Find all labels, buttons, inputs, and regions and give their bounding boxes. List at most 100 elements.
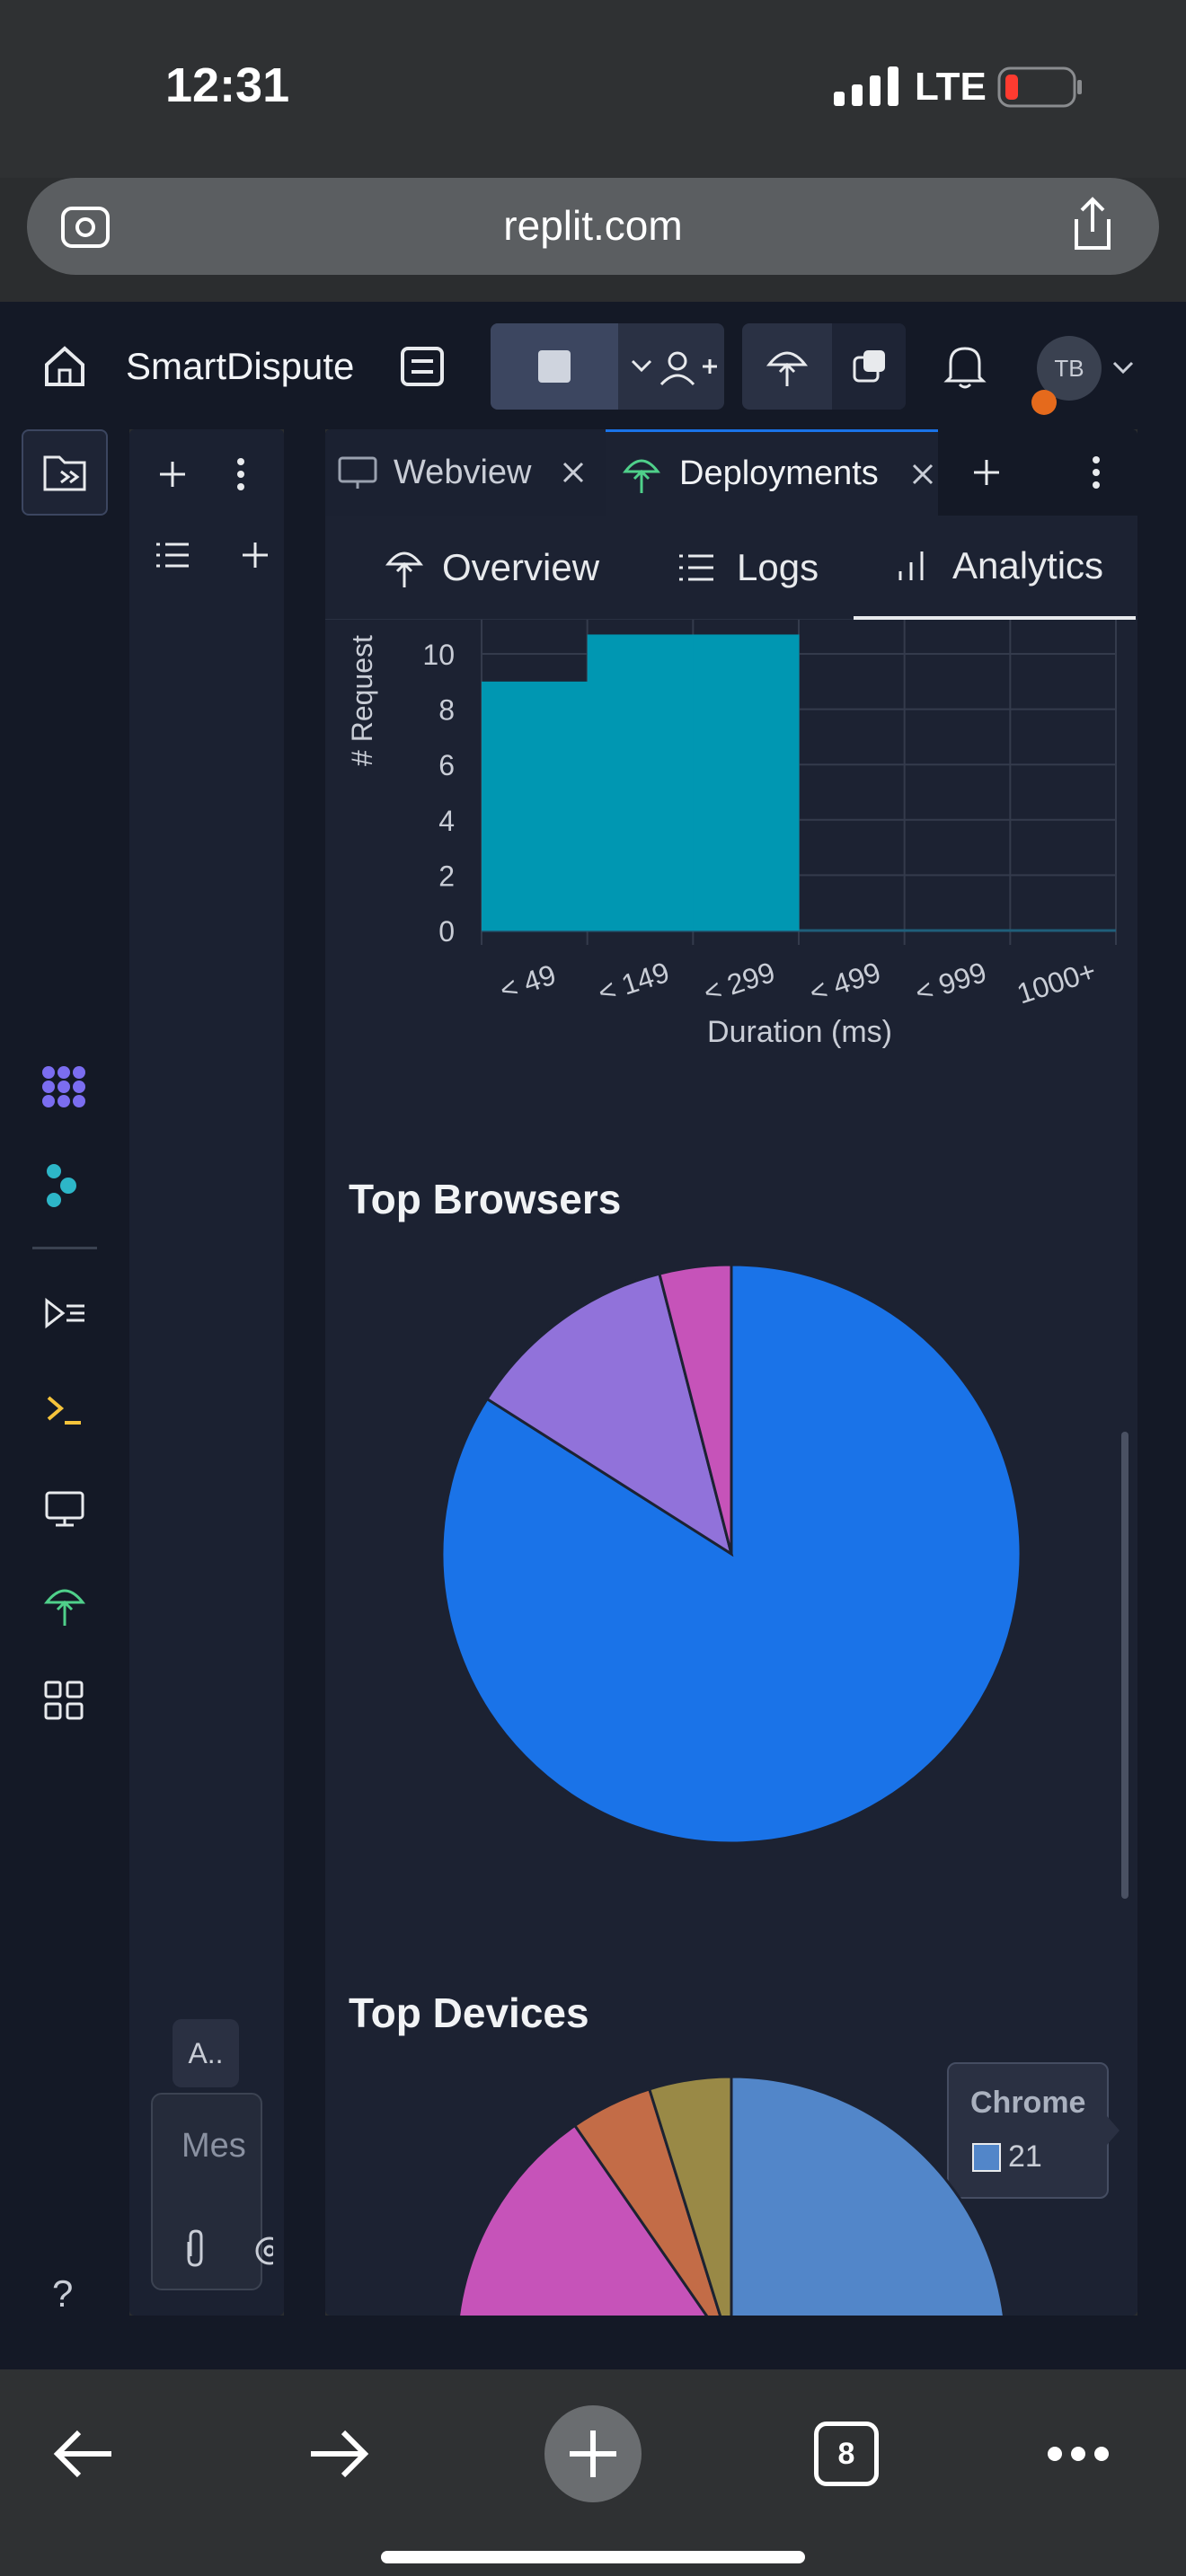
tab-label: Deployments — [679, 454, 879, 492]
side-panel: A.. Mes — [129, 429, 311, 2316]
subtab-label: Analytics — [952, 544, 1104, 587]
y-tick-label: 0 — [438, 915, 455, 948]
bar — [693, 634, 800, 931]
bar-chart-icon — [898, 551, 924, 580]
stop-icon — [538, 350, 571, 383]
apps-grid-icon[interactable] — [43, 1680, 84, 1721]
home-icon[interactable] — [41, 343, 88, 390]
right-gutter — [1137, 429, 1186, 2369]
browsers-title: Top Browsers — [349, 1176, 622, 1222]
monitor-icon[interactable] — [43, 1489, 86, 1529]
agent-icon[interactable] — [40, 1063, 88, 1110]
x-tick-label: < 49 — [496, 958, 560, 1007]
context-chip[interactable]: A.. — [173, 2019, 239, 2087]
battery-icon — [997, 66, 1082, 108]
y-tick-label: 10 — [422, 639, 455, 671]
subtab-analytics[interactable]: Analytics — [854, 516, 1136, 620]
database-icon[interactable] — [399, 343, 446, 390]
rail-divider — [32, 1247, 97, 1249]
tabs-count-button[interactable]: 8 — [814, 2422, 879, 2486]
subtab-overview[interactable]: Overview — [385, 516, 599, 620]
status-bar: 12:31 LTE — [0, 0, 1186, 178]
deployment-subtabs: Overview Logs Analytics — [325, 516, 1137, 620]
message-input[interactable]: Mes — [181, 2127, 246, 2166]
run-controls — [491, 323, 724, 410]
x-tick-labels: < 49 < 149 < 299 < 499 < 999 1000+ — [496, 955, 1100, 1010]
share-icon[interactable] — [1067, 196, 1118, 253]
x-tick-label: < 999 — [911, 956, 990, 1009]
tab-webview[interactable]: Webview — [325, 429, 606, 516]
y-axis-label: # Request — [346, 635, 378, 766]
message-box[interactable]: Mes — [151, 2093, 273, 2290]
add-icon[interactable] — [241, 541, 270, 569]
x-tick-label: < 499 — [805, 956, 884, 1009]
deployments-icon[interactable] — [43, 1583, 86, 1628]
x-tick-label: 1000+ — [1013, 955, 1100, 1010]
new-tab-icon[interactable] — [972, 458, 1001, 487]
y-tick-labels: 0 2 4 6 8 10 — [422, 639, 455, 948]
tab-bar: Webview Deployments — [325, 429, 1137, 516]
x-tick-label: < 149 — [594, 956, 673, 1009]
scrollbar[interactable] — [1121, 1432, 1128, 1899]
list-icon — [679, 554, 713, 581]
deploy-controls — [742, 323, 906, 410]
signal-icon — [834, 66, 898, 106]
bottom-strip — [0, 2316, 1186, 2369]
y-tick-label: 2 — [438, 860, 455, 892]
deploy-icon — [622, 459, 661, 493]
app-header: SmartDispute TB — [0, 302, 1186, 429]
bell-icon[interactable] — [943, 343, 987, 390]
bar — [587, 634, 694, 931]
deploy-icon[interactable] — [766, 345, 809, 388]
subtab-label: Logs — [737, 546, 819, 588]
subtab-label: Overview — [442, 546, 600, 588]
copy-icon — [853, 350, 885, 383]
stop-button[interactable] — [491, 323, 618, 410]
network-label: LTE — [915, 65, 987, 109]
new-tab-button[interactable] — [832, 323, 906, 410]
help-button[interactable]: ? — [52, 2272, 73, 2316]
chevron-down-icon[interactable] — [1112, 361, 1134, 375]
url-text[interactable]: replit.com — [27, 201, 1159, 250]
assistant-icon[interactable] — [45, 1162, 81, 1209]
status-time: 12:31 — [165, 58, 290, 112]
more-vertical-icon[interactable] — [235, 456, 246, 492]
more-horizontal-icon[interactable] — [1046, 2445, 1111, 2463]
target-icon[interactable] — [252, 2233, 273, 2269]
plus-icon — [570, 2430, 616, 2477]
duration-histogram: 0 2 4 6 8 10 < 49 < 149 < 299 < 499 < 999 1000+ # … — [346, 620, 1117, 1049]
tab-deployments[interactable]: Deployments — [606, 429, 938, 516]
project-name[interactable]: SmartDispute — [126, 345, 354, 388]
files-button[interactable] — [22, 429, 108, 516]
close-icon[interactable] — [911, 463, 934, 486]
new-tab-button[interactable] — [544, 2405, 642, 2502]
deploy-icon — [385, 551, 424, 587]
back-icon[interactable] — [52, 2427, 117, 2481]
invite-user-icon[interactable] — [631, 350, 721, 386]
bar — [482, 681, 589, 931]
main-pane: Webview Deployments Overview Logs Analyt… — [325, 429, 1137, 2316]
browsers-pie-chart — [440, 1265, 1022, 1845]
subtab-logs[interactable]: Logs — [677, 516, 819, 620]
more-vertical-icon[interactable] — [1091, 454, 1102, 490]
attach-icon[interactable] — [181, 2229, 208, 2267]
plus-icon[interactable] — [158, 460, 187, 489]
monitor-icon — [338, 456, 377, 489]
address-bar[interactable]: replit.com — [27, 178, 1159, 275]
devices-pie-chart — [457, 2075, 1005, 2316]
workflows-icon[interactable] — [43, 1297, 86, 1329]
x-tick-label: < 299 — [700, 956, 779, 1009]
left-rail: ? — [0, 429, 129, 2369]
panel-gap — [284, 429, 325, 2369]
folder-icon — [43, 455, 86, 491]
browser-toolbar: 8 — [0, 2369, 1186, 2576]
close-icon[interactable] — [562, 461, 585, 484]
shell-icon[interactable] — [45, 1394, 84, 1426]
y-tick-label: 6 — [438, 749, 455, 781]
x-axis-label: Duration (ms) — [707, 1015, 892, 1049]
list-icon[interactable] — [155, 541, 190, 569]
badge-icon — [1031, 390, 1057, 415]
forward-icon[interactable] — [305, 2427, 370, 2481]
y-tick-label: 8 — [438, 694, 455, 727]
tab-label: Webview — [394, 453, 532, 491]
